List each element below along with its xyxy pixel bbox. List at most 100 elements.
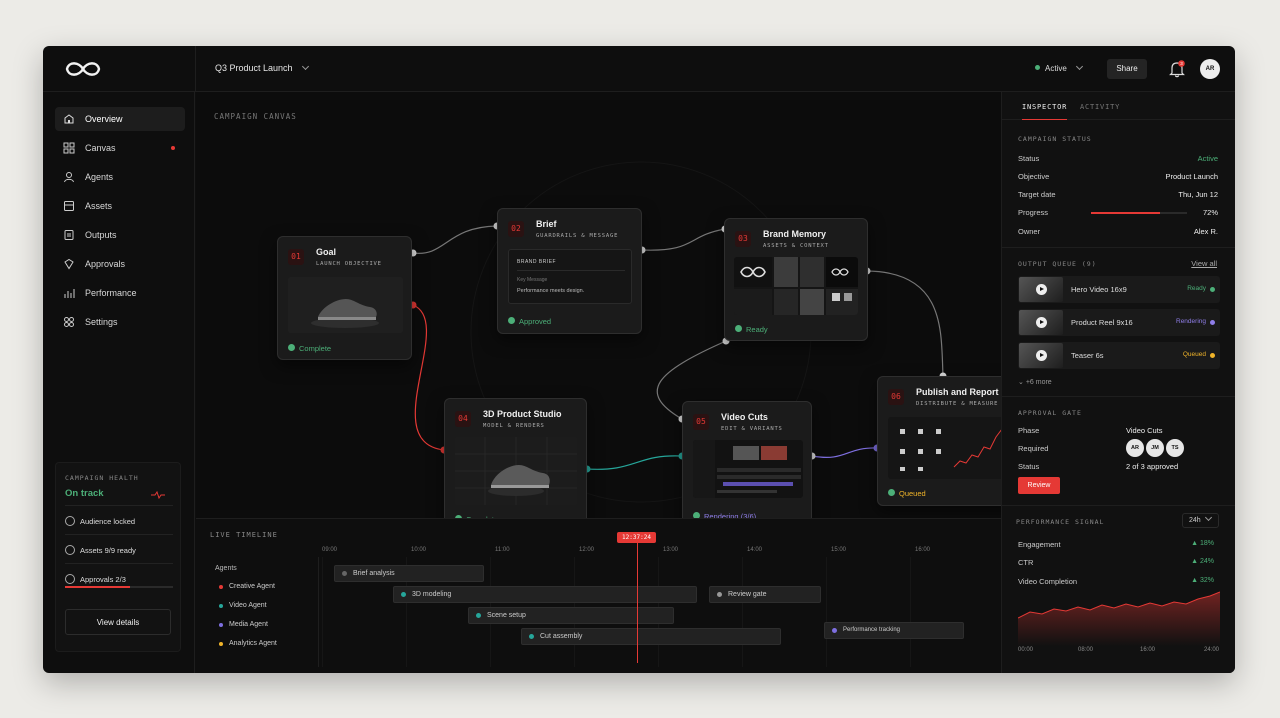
sidebar-item-canvas[interactable]: Canvas <box>55 136 185 160</box>
agent-media[interactable]: Media Agent <box>219 621 268 628</box>
time-tick: 10:00 <box>411 547 427 553</box>
sidebar-item-label: Assets <box>85 201 113 211</box>
notification-dot <box>171 146 175 150</box>
play-icon[interactable] <box>1036 350 1047 361</box>
sidebar-item-label: Overview <box>85 114 123 124</box>
divider <box>318 557 319 667</box>
task-bar[interactable]: Review gate <box>709 586 821 603</box>
metric-label: Video Completion <box>1018 577 1078 586</box>
x-tick: 16:00 <box>1140 647 1156 653</box>
agent-analytics[interactable]: Analytics Agent <box>219 640 277 647</box>
task-icon <box>401 592 406 597</box>
node-subtitle: MODEL & RENDERS <box>483 423 545 429</box>
share-button[interactable]: Share <box>1107 59 1147 79</box>
task-bar[interactable]: Cut assembly <box>521 628 781 645</box>
progress-fill <box>1091 212 1161 214</box>
live-timeline: LIVE TIMELINE Agents Creative Agent Vide… <box>196 518 1001 673</box>
campaign-status-title: CAMPAIGN STATUS <box>1018 135 1092 143</box>
node-title: Brief <box>536 219 557 229</box>
queue-item[interactable]: Hero Video 16x9 Ready <box>1018 276 1220 303</box>
row-value: Product Launch <box>1165 172 1218 181</box>
metric-value: 24% <box>1199 558 1214 565</box>
view-details-button[interactable]: View details <box>65 609 171 635</box>
time-tick: 09:00 <box>322 547 338 553</box>
node-publish-and-report[interactable]: 06 Publish and Report DISTRIBUTE & MEASU… <box>877 376 1019 506</box>
task-label: Cut assembly <box>540 633 583 640</box>
sidebar-item-approvals[interactable]: Approvals <box>55 252 185 276</box>
queue-item-name: Hero Video 16x9 <box>1071 285 1127 294</box>
node-goal[interactable]: 01 Goal LAUNCH OBJECTIVE Complete <box>277 236 412 360</box>
project-selector[interactable]: Q3 Product Launch <box>215 62 309 73</box>
task-label: Performance tracking <box>843 627 901 633</box>
metric-label: Engagement <box>1018 540 1061 549</box>
health-state: On track <box>65 488 104 499</box>
approver-avatar[interactable]: AR <box>1126 439 1144 457</box>
node-number: 04 <box>455 411 471 427</box>
node-video-cuts[interactable]: 05 Video Cuts EDIT & VARIANTS Rendering … <box>682 401 812 529</box>
node-title: Video Cuts <box>721 412 768 422</box>
task-bar[interactable]: Brief analysis <box>334 565 484 582</box>
current-time-label: 12:37:24 <box>617 532 656 543</box>
status-row: Status Active <box>1018 154 1218 163</box>
tab-activity[interactable]: ACTIVITY <box>1080 103 1120 111</box>
queue-item[interactable]: Teaser 6s Queued <box>1018 342 1220 369</box>
chevron-down-icon <box>301 62 309 71</box>
approver-avatar[interactable]: TS <box>1166 439 1184 457</box>
overview-icon <box>64 114 74 124</box>
app-window: Q3 Product Launch Active Share 3 AR Over… <box>43 46 1235 673</box>
view-all-link[interactable]: View all <box>1191 259 1217 268</box>
play-icon[interactable] <box>1036 317 1047 328</box>
queue-item-status: Queued <box>1182 351 1206 358</box>
row-label: Target date <box>1018 190 1056 199</box>
sidebar-item-overview[interactable]: Overview <box>55 107 185 131</box>
infinity-logo-icon[interactable] <box>61 59 105 79</box>
status-dot-icon <box>1210 287 1215 292</box>
bell-icon[interactable]: 3 <box>1169 60 1185 78</box>
row-label: Progress <box>1018 208 1049 217</box>
task-bar[interactable]: 3D modeling <box>393 586 697 603</box>
more-outputs-link[interactable]: ⌄ +6 more <box>1018 378 1052 386</box>
approver-avatar[interactable]: JM <box>1146 439 1164 457</box>
project-name: Q3 Product Launch <box>215 63 293 73</box>
performance-icon <box>64 289 75 298</box>
status-selector[interactable]: Active <box>1035 62 1083 73</box>
node-number: 06 <box>888 389 904 405</box>
node-3d-product-studio[interactable]: 04 3D Product Studio MODEL & RENDERS Com… <box>444 398 587 531</box>
node-brand-memory[interactable]: 03 Brand Memory ASSETS & CONTEXT Ready <box>724 218 868 341</box>
timeline-title: LIVE TIMELINE <box>210 531 278 539</box>
review-button[interactable]: Review <box>1018 477 1060 494</box>
time-tick: 16:00 <box>915 547 931 553</box>
time-tick: 15:00 <box>831 547 847 553</box>
row-label: Status <box>1018 154 1040 163</box>
node-number: 03 <box>735 231 751 247</box>
user-avatar[interactable]: AR <box>1200 59 1220 79</box>
divider <box>65 563 173 564</box>
sidebar-item-agents[interactable]: Agents <box>55 165 185 189</box>
range-selector[interactable]: 24h <box>1182 513 1219 528</box>
tab-inspector[interactable]: INSPECTOR <box>1022 103 1068 120</box>
pulse-icon <box>151 491 165 499</box>
row-label: Status <box>1018 462 1040 471</box>
task-bar[interactable]: Scene setup <box>468 607 674 624</box>
campaign-canvas[interactable]: CAMPAIGN CANVAS 01 Goal LAUNCH OBJECTIVE… <box>196 92 1019 531</box>
agent-video[interactable]: Video Agent <box>219 602 267 609</box>
play-icon[interactable] <box>1036 284 1047 295</box>
sidebar-item-outputs[interactable]: Outputs <box>55 223 185 247</box>
sidebar-item-performance[interactable]: Performance <box>55 281 185 305</box>
row-value: 72% <box>1202 208 1218 217</box>
node-subtitle: ASSETS & CONTEXT <box>763 243 829 249</box>
approvals-icon <box>64 258 74 270</box>
agent-creative[interactable]: Creative Agent <box>219 583 275 590</box>
row-value: Video Cuts <box>1126 426 1163 435</box>
sidebar-item-settings[interactable]: Settings <box>55 310 185 334</box>
task-bar[interactable]: Performance tracking <box>824 622 964 639</box>
status-dot-icon <box>1210 320 1215 325</box>
approval-status-row: Status 2 of 3 approved <box>1018 462 1218 471</box>
task-icon <box>529 634 534 639</box>
queue-item[interactable]: Product Reel 9x16 Rendering <box>1018 309 1220 336</box>
node-brief[interactable]: 02 Brief GUARDRAILS & MESSAGE BRAND BRIE… <box>497 208 642 334</box>
sidebar-item-assets[interactable]: Assets <box>55 194 185 218</box>
time-tick: 14:00 <box>747 547 763 553</box>
brand-assets-grid <box>734 257 858 315</box>
current-time-line <box>637 541 638 663</box>
